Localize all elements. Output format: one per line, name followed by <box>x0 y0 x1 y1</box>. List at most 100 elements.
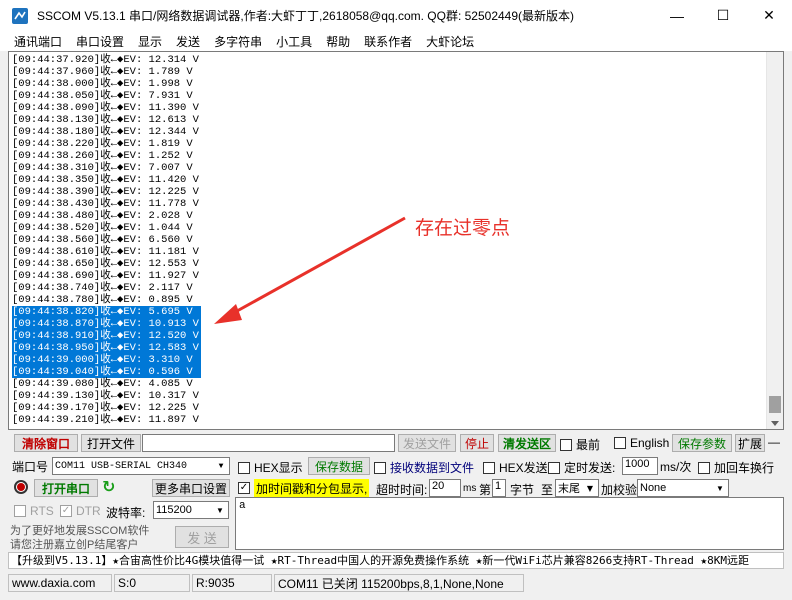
log-line[interactable]: [09:44:38.780]收←◆EV: 0.895 V <box>12 294 201 306</box>
log-line[interactable]: [09:44:38.220]收←◆EV: 1.819 V <box>12 138 201 150</box>
hex-send-checkbox[interactable]: HEX发送 <box>483 459 548 476</box>
log-line[interactable]: [09:44:38.310]收←◆EV: 7.007 V <box>12 162 201 174</box>
minimize-button[interactable]: — <box>654 0 700 31</box>
log-line[interactable]: [09:44:38.520]收←◆EV: 1.044 V <box>12 222 201 234</box>
checksum-select[interactable]: None ▼ <box>637 479 729 497</box>
log-value: EV: 6.560 V <box>123 234 193 246</box>
log-timestamp: [09:44:37.920] <box>12 54 101 66</box>
settings-panel: 端口号 COM11 USB-SERIAL CH340 ▼ HEX显示 保存数据 … <box>8 454 784 552</box>
clear-send-area-button[interactable]: 清发送区 <box>498 434 556 452</box>
checkbox-icon <box>483 461 495 474</box>
log-line[interactable]: [09:44:39.170]收←◆EV: 12.225 V <box>12 402 201 414</box>
log-line-selected[interactable]: [09:44:39.000]收←◆EV: 3.310 V <box>12 354 201 366</box>
log-timestamp: [09:44:38.260] <box>12 150 101 162</box>
menu-contact[interactable]: 联系作者 <box>364 33 412 50</box>
log-line[interactable]: [09:44:37.960]收←◆EV: 1.789 V <box>12 66 201 78</box>
log-line[interactable]: [09:44:38.260]收←◆EV: 1.252 V <box>12 150 201 162</box>
log-line[interactable]: [09:44:38.350]收←◆EV: 11.420 V <box>12 174 201 186</box>
more-settings-button[interactable]: 更多串口设置 <box>152 479 230 497</box>
log-line[interactable]: [09:44:38.090]收←◆EV: 11.390 V <box>12 102 201 114</box>
log-line-selected[interactable]: [09:44:38.910]收←◆EV: 12.520 V <box>12 330 201 342</box>
chevron-down-icon: ▼ <box>216 505 224 515</box>
expand-button[interactable]: 扩展 <box>735 434 765 452</box>
byte-index-input[interactable]: 1 <box>492 479 506 497</box>
log-value: EV: 11.778 V <box>123 198 199 210</box>
log-line[interactable]: [09:44:38.480]收←◆EV: 2.028 V <box>12 210 201 222</box>
log-line[interactable]: [09:44:38.050]收←◆EV: 7.931 V <box>12 90 201 102</box>
dtr-checkbox[interactable]: ✓ DTR <box>60 504 101 518</box>
scrollbar-thumb[interactable] <box>769 396 781 413</box>
log-line[interactable]: [09:44:38.740]收←◆EV: 2.117 V <box>12 282 201 294</box>
log-line[interactable]: [09:44:38.000]收←◆EV: 1.998 V <box>12 78 201 90</box>
timed-send-checkbox[interactable]: 定时发送: <box>548 459 615 476</box>
log-timestamp: [09:44:38.180] <box>12 126 101 138</box>
log-line[interactable]: [09:44:39.080]收←◆EV: 4.085 V <box>12 378 201 390</box>
baud-select[interactable]: 115200 ▼ <box>153 501 229 519</box>
log-line[interactable]: [09:44:38.390]收←◆EV: 12.225 V <box>12 186 201 198</box>
log-line[interactable]: [09:44:38.690]收←◆EV: 11.927 V <box>12 270 201 282</box>
save-params-button[interactable]: 保存参数 <box>672 434 732 452</box>
stop-button[interactable]: 停止 <box>460 434 494 452</box>
log-line-selected[interactable]: [09:44:39.040]收←◆EV: 0.596 V <box>12 366 201 378</box>
log-line[interactable]: [09:44:38.180]收←◆EV: 12.344 V <box>12 126 201 138</box>
log-line-selected[interactable]: [09:44:38.820]收←◆EV: 5.695 V <box>12 306 201 318</box>
send-textarea[interactable]: a <box>235 497 784 550</box>
clear-window-button[interactable]: 清除窗口 <box>14 434 78 452</box>
log-line[interactable]: [09:44:39.210]收←◆EV: 11.897 V <box>12 414 201 426</box>
port-select[interactable]: COM11 USB-SERIAL CH340 ▼ <box>52 457 230 475</box>
menu-send[interactable]: 发送 <box>176 33 200 50</box>
interval-input[interactable]: 1000 <box>622 457 658 475</box>
log-line[interactable]: [09:44:37.920]收←◆EV: 12.314 V <box>12 54 201 66</box>
log-timestamp: [09:44:39.210] <box>12 414 101 426</box>
timestamp-label: 加时间戳和分包显示, <box>254 478 370 498</box>
log-value: EV: 12.553 V <box>123 258 199 270</box>
save-data-button[interactable]: 保存数据 <box>308 457 370 475</box>
log-scrollbar[interactable] <box>766 52 783 429</box>
recv-arrow-icon: 收←◆ <box>100 414 124 426</box>
receive-log[interactable]: [09:44:37.920]收←◆EV: 12.314 V [09:44:37.9… <box>8 51 784 430</box>
log-line[interactable]: [09:44:39.130]收←◆EV: 10.317 V <box>12 390 201 402</box>
log-timestamp: [09:44:38.220] <box>12 138 101 150</box>
log-line[interactable]: [09:44:38.650]收←◆EV: 12.553 V <box>12 258 201 270</box>
log-line[interactable]: [09:44:38.610]收←◆EV: 11.181 V <box>12 246 201 258</box>
topmost-checkbox[interactable]: 最前 <box>560 436 600 453</box>
timeout-input[interactable]: 20 <box>429 479 461 497</box>
file-path-input[interactable] <box>142 434 395 452</box>
checkbox-icon <box>614 437 626 449</box>
log-line-selected[interactable]: [09:44:38.950]收←◆EV: 12.583 V <box>12 342 201 354</box>
recv-arrow-icon: 收←◆ <box>100 222 124 234</box>
menu-multi-string[interactable]: 多字符串 <box>214 33 262 50</box>
log-value: EV: 1.819 V <box>123 138 193 150</box>
timestamp-checkbox[interactable]: ✓ 加时间戳和分包显示, <box>238 478 370 498</box>
news-ticker[interactable]: 【升级到V5.13.1】★合宙高性价比4G模块值得一试 ★RT-Thread中国… <box>8 552 784 569</box>
rts-checkbox[interactable]: RTS <box>14 504 54 518</box>
log-line[interactable]: [09:44:38.130]收←◆EV: 12.613 V <box>12 114 201 126</box>
send-file-button[interactable]: 发送文件 <box>398 434 456 452</box>
menu-help[interactable]: 帮助 <box>326 33 350 50</box>
open-port-button[interactable]: 打开串口 <box>34 479 98 497</box>
close-button[interactable]: ✕ <box>746 0 792 31</box>
log-line[interactable]: [09:44:38.560]收←◆EV: 6.560 V <box>12 234 201 246</box>
send-button[interactable]: 发 送 <box>175 526 229 548</box>
menu-serial-settings[interactable]: 串口设置 <box>76 33 124 50</box>
to-select[interactable]: 末尾 ▼ <box>555 479 599 497</box>
refresh-icon[interactable]: ↻ <box>102 480 120 498</box>
status-site[interactable]: www.daxia.com <box>8 574 112 592</box>
log-line[interactable]: [09:44:38.430]收←◆EV: 11.778 V <box>12 198 201 210</box>
log-timestamp: [09:44:38.050] <box>12 90 101 102</box>
recv-arrow-icon: 收←◆ <box>100 162 124 174</box>
collapse-button[interactable]: — <box>768 435 780 449</box>
english-checkbox[interactable]: English <box>614 436 669 450</box>
menu-tools[interactable]: 小工具 <box>276 33 312 50</box>
log-line-selected[interactable]: [09:44:38.870]收←◆EV: 10.913 V <box>12 318 201 330</box>
add-newline-checkbox[interactable]: 加回车换行 <box>698 459 774 476</box>
promo-line-2[interactable]: 请您注册嘉立创P结尾客户 <box>10 536 138 552</box>
menu-port[interactable]: 通讯端口 <box>14 33 62 50</box>
menu-display[interactable]: 显示 <box>138 33 162 50</box>
menu-forum[interactable]: 大虾论坛 <box>426 33 474 50</box>
recv-to-file-checkbox[interactable]: 接收数据到文件 <box>374 459 474 476</box>
hex-display-checkbox[interactable]: HEX显示 <box>238 459 303 476</box>
open-file-button[interactable]: 打开文件 <box>81 434 141 452</box>
scroll-down-icon[interactable] <box>771 421 779 426</box>
maximize-button[interactable]: ☐ <box>700 0 746 31</box>
